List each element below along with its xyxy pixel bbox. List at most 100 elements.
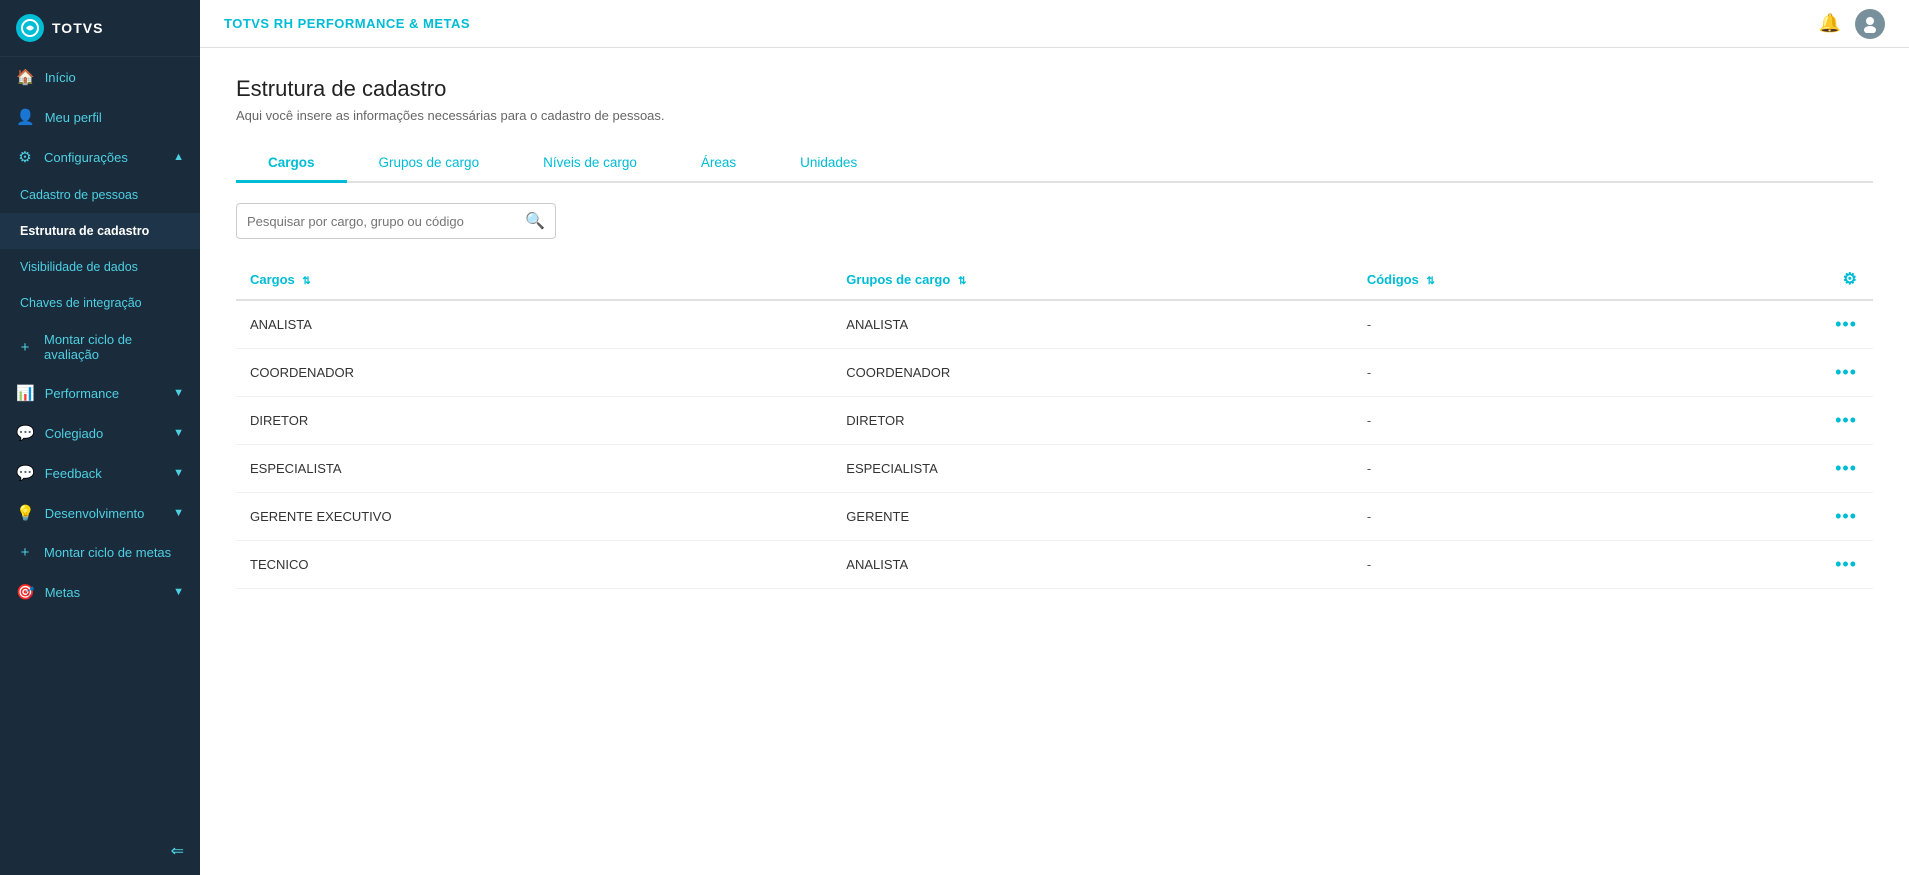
sidebar-item-label: Chaves de integração [20,296,142,310]
chevron-down-icon: ▼ [173,427,184,439]
sidebar-item-label: Configurações [44,150,128,165]
sidebar-item-meu-perfil[interactable]: 👤 Meu perfil [0,97,200,137]
row-more-button[interactable]: ••• [1835,458,1857,478]
sidebar-item-label: Estrutura de cadastro [20,224,149,238]
sidebar-item-label: Montar ciclo de avaliação [44,332,184,362]
collapse-sidebar-button[interactable]: ⇐ [171,841,184,861]
sidebar-item-label: Metas [45,585,80,600]
cell-codigo: - [1353,397,1691,445]
cell-cargo: GERENTE EXECUTIVO [236,493,832,541]
avatar[interactable] [1855,9,1885,39]
cell-cargo: ESPECIALISTA [236,445,832,493]
tab-cargos[interactable]: Cargos [236,145,347,183]
metas-icon: 🎯 [16,583,35,601]
page-content: Estrutura de cadastro Aqui você insere a… [200,48,1909,875]
sidebar-item-configuracoes[interactable]: ⚙ Configurações ▲ [0,137,200,177]
tab-areas[interactable]: Áreas [669,145,768,183]
chevron-down-icon: ▼ [173,507,184,519]
sidebar-item-colegiado[interactable]: 💬 Colegiado ▼ [0,413,200,453]
table-row: GERENTE EXECUTIVO GERENTE - ••• [236,493,1873,541]
row-more-button[interactable]: ••• [1835,554,1857,574]
cell-actions: ••• [1690,493,1873,541]
logo-area: TOTVS [0,0,200,57]
table-row: TECNICO ANALISTA - ••• [236,541,1873,589]
row-more-button[interactable]: ••• [1835,314,1857,334]
tab-niveis-cargo[interactable]: Níveis de cargo [511,145,669,183]
page-subtitle: Aqui você insere as informações necessár… [236,108,1873,123]
topbar: TOTVS RH PERFORMANCE & METAS 🔔 [200,0,1909,48]
sidebar-item-label: Performance [45,386,119,401]
cell-cargo: ANALISTA [236,300,832,349]
row-more-button[interactable]: ••• [1835,362,1857,382]
cell-codigo: - [1353,349,1691,397]
chevron-up-icon: ▲ [173,151,184,163]
cell-actions: ••• [1690,445,1873,493]
cell-grupo: ANALISTA [832,300,1353,349]
topbar-icons: 🔔 [1819,9,1885,39]
table-row: ANALISTA ANALISTA - ••• [236,300,1873,349]
chevron-down-icon: ▼ [173,467,184,479]
sidebar-item-montar-ciclo-metas[interactable]: + Montar ciclo de metas [0,533,200,572]
sidebar-item-label: Início [45,70,76,85]
plus-icon: + [16,544,34,561]
col-cargos: Cargos ⇅ [236,259,832,300]
cell-codigo: - [1353,493,1691,541]
cell-grupo: DIRETOR [832,397,1353,445]
sidebar-item-desenvolvimento[interactable]: 💡 Desenvolvimento ▼ [0,493,200,533]
feedback-icon: 💬 [16,464,35,482]
sidebar-item-label: Desenvolvimento [45,506,145,521]
cell-grupo: ESPECIALISTA [832,445,1353,493]
chart-icon: 📊 [16,384,35,402]
cell-cargo: COORDENADOR [236,349,832,397]
row-more-button[interactable]: ••• [1835,506,1857,526]
sidebar-item-montar-ciclo-avaliacao[interactable]: + Montar ciclo de avaliação [0,321,200,373]
cell-cargo: DIRETOR [236,397,832,445]
tab-unidades[interactable]: Unidades [768,145,889,183]
desenvolvimento-icon: 💡 [16,504,35,522]
cell-grupo: ANALISTA [832,541,1353,589]
table-row: DIRETOR DIRETOR - ••• [236,397,1873,445]
sidebar-item-feedback[interactable]: 💬 Feedback ▼ [0,453,200,493]
search-input[interactable] [247,214,525,229]
table-settings-icon[interactable]: ⚙ [1843,271,1857,288]
sidebar-item-label: Feedback [45,466,102,481]
sidebar-item-metas[interactable]: 🎯 Metas ▼ [0,572,200,612]
plus-icon: + [16,339,34,356]
sidebar: TOTVS 🏠 Início 👤 Meu perfil ⚙ Configuraç… [0,0,200,875]
search-icon[interactable]: 🔍 [525,211,545,231]
topbar-title: TOTVS RH PERFORMANCE & METAS [224,16,470,31]
cell-actions: ••• [1690,349,1873,397]
user-icon: 👤 [16,108,35,126]
chevron-down-icon: ▼ [173,387,184,399]
sidebar-item-cadastro-pessoas[interactable]: Cadastro de pessoas [0,177,200,213]
table-row: COORDENADOR COORDENADOR - ••• [236,349,1873,397]
sidebar-item-label: Cadastro de pessoas [20,188,138,202]
sidebar-item-chaves-integracao[interactable]: Chaves de integração [0,285,200,321]
sidebar-item-label: Meu perfil [45,110,102,125]
row-more-button[interactable]: ••• [1835,410,1857,430]
cell-actions: ••• [1690,397,1873,445]
home-icon: 🏠 [16,68,35,86]
gear-icon: ⚙ [16,148,34,166]
notification-icon[interactable]: 🔔 [1819,13,1841,34]
cargos-table: Cargos ⇅ Grupos de cargo ⇅ Códigos ⇅ ⚙ [236,259,1873,589]
sort-grupos-icon[interactable]: ⇅ [958,276,966,287]
cell-codigo: - [1353,445,1691,493]
cell-codigo: - [1353,541,1691,589]
sidebar-item-estrutura-cadastro[interactable]: Estrutura de cadastro [0,213,200,249]
logo-text: TOTVS [52,20,103,36]
sidebar-item-performance[interactable]: 📊 Performance ▼ [0,373,200,413]
cell-codigo: - [1353,300,1691,349]
sidebar-item-label: Montar ciclo de metas [44,545,171,560]
cell-grupo: GERENTE [832,493,1353,541]
chevron-down-icon: ▼ [173,586,184,598]
sort-cargos-icon[interactable]: ⇅ [302,276,310,287]
tab-grupos-cargo[interactable]: Grupos de cargo [347,145,512,183]
main-area: TOTVS RH PERFORMANCE & METAS 🔔 Estrutura… [200,0,1909,875]
sort-codigos-icon[interactable]: ⇅ [1426,276,1434,287]
sidebar-item-label: Colegiado [45,426,104,441]
col-codigos: Códigos ⇅ [1353,259,1691,300]
sidebar-item-visibilidade-dados[interactable]: Visibilidade de dados [0,249,200,285]
sidebar-item-inicio[interactable]: 🏠 Início [0,57,200,97]
logo-icon [16,14,44,42]
